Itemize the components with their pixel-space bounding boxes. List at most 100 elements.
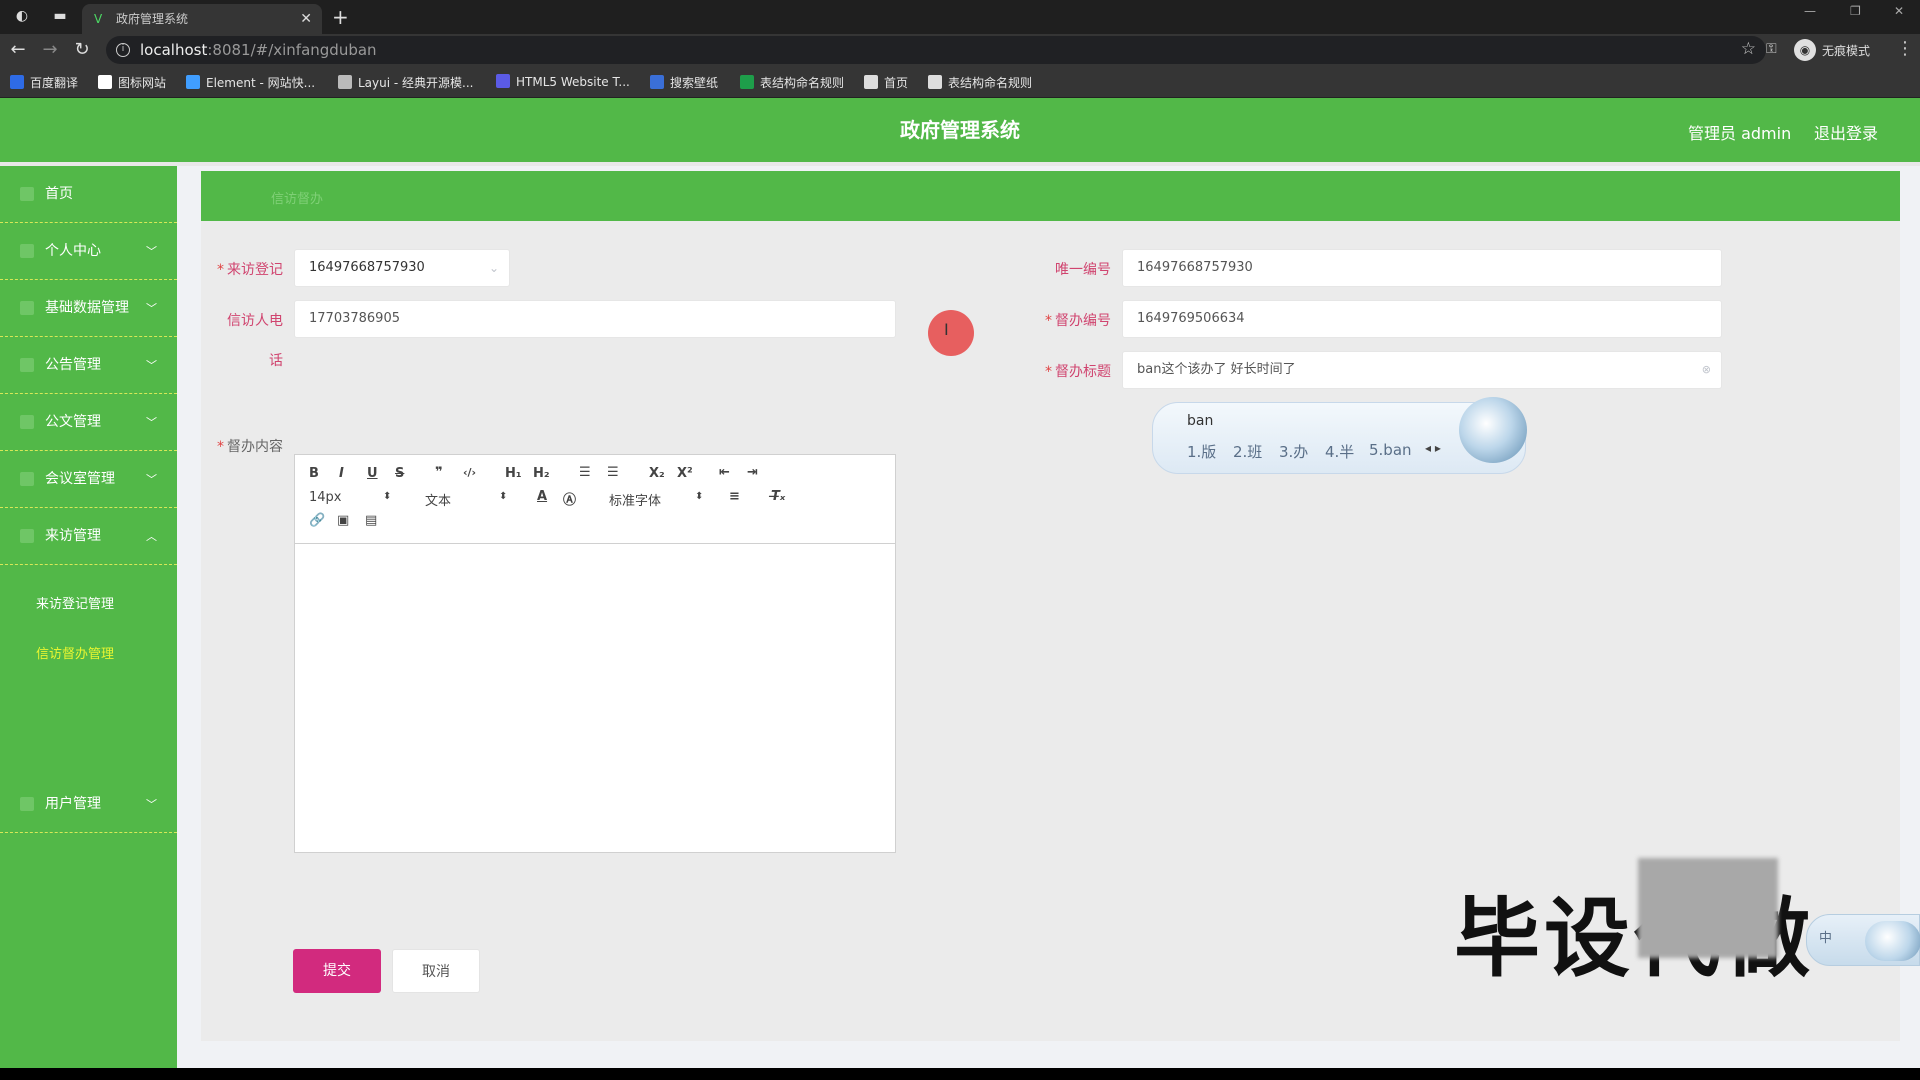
font-size-select[interactable]: 14px ⬍	[309, 490, 391, 505]
outdent-button[interactable]: ⇤	[719, 465, 730, 480]
bookmark-favicon-icon	[10, 75, 24, 89]
sidebar-item[interactable]: 首页	[0, 166, 177, 223]
bold-button[interactable]: B	[309, 466, 319, 481]
unique-no-label: 唯一编号	[1055, 262, 1111, 278]
italic-button[interactable]: I	[339, 466, 344, 481]
sidebar-item-label: 公告管理	[45, 357, 101, 373]
new-tab-button[interactable]: +	[332, 4, 349, 30]
bookmark-label: 搜索壁纸	[670, 76, 719, 90]
ime-candidate[interactable]: 1.版	[1187, 441, 1216, 462]
forward-icon[interactable]: →	[38, 38, 62, 62]
clear-format-button[interactable]: T̶ₓ	[771, 489, 785, 504]
rich-text-editor[interactable]	[294, 544, 896, 853]
header-divider	[0, 162, 1920, 166]
sidebar-item-label: 个人中心	[45, 243, 101, 259]
link-icon[interactable]: 🔗	[309, 513, 325, 528]
background-color-button[interactable]: Ⓐ	[563, 489, 576, 508]
video-icon[interactable]: ▤	[365, 513, 377, 528]
chevron-down-icon: ﹀	[146, 302, 157, 315]
incognito-label[interactable]: 无痕模式	[1822, 42, 1870, 59]
text-type-select[interactable]: 文本 ⬍	[425, 490, 507, 509]
bookmark-favicon-icon	[496, 74, 510, 88]
bookmark-item[interactable]: 表结构命名规则	[740, 74, 844, 91]
browser-menu-icon[interactable]: ◐	[12, 6, 32, 26]
superscript-button[interactable]: X²	[677, 466, 693, 481]
image-icon[interactable]: ▣	[337, 513, 349, 528]
h2-button[interactable]: H₂	[533, 466, 550, 481]
bookmark-item[interactable]: HTML5 Website T...	[496, 74, 630, 89]
font-color-button[interactable]: A	[537, 489, 547, 504]
ime-status-bar[interactable]: 中	[1806, 914, 1920, 966]
sidebar: 首页 个人中心 ﹀ 基础数据管理 ﹀ 公告管理 ﹀ 公文管理 ﹀ 会议室管理 ﹀ 来访管理 ︿ 用户管理 ﹀…	[0, 166, 177, 1068]
bookmark-star-icon[interactable]: ☆	[1741, 39, 1756, 59]
clear-icon[interactable]: ⊗	[1702, 352, 1711, 388]
bookmark-item[interactable]: Element - 网站快...	[186, 74, 315, 91]
unique-no-input[interactable]: 16497668757930	[1122, 249, 1722, 287]
active-tab[interactable]: V 政府管理系统 ✕	[82, 4, 322, 34]
incognito-icon[interactable]: ◉	[1794, 39, 1816, 61]
sidebar-item[interactable]: 会议室管理 ﹀	[0, 451, 177, 508]
supervise-title-input[interactable]: ban这个该办了 好长时间了 ⊗	[1122, 351, 1722, 389]
bookmark-item[interactable]: Layui - 经典开源模...	[338, 74, 473, 91]
bookmark-item[interactable]: 百度翻译	[10, 74, 78, 91]
site-info-icon[interactable]: i	[116, 43, 130, 57]
bookmark-favicon-icon	[338, 75, 352, 89]
bullet-list-button[interactable]: ☰	[607, 465, 619, 480]
ime-page-arrows-icon[interactable]: ◂ ▸	[1425, 441, 1441, 455]
bookmark-label: 表结构命名规则	[760, 76, 845, 90]
submit-button[interactable]: 提交	[293, 949, 381, 993]
sidebar-item[interactable]: 个人中心 ﹀	[0, 223, 177, 280]
sidebar-item[interactable]: 基础数据管理 ﹀	[0, 280, 177, 337]
align-button[interactable]: ≡	[729, 489, 740, 504]
bookmark-item[interactable]: 表结构命名规则	[928, 74, 1032, 91]
code-block-button[interactable]: ‹/›	[463, 466, 476, 479]
logout-link[interactable]: 退出登录	[1814, 120, 1878, 144]
sidebar-item[interactable]: 公告管理 ﹀	[0, 337, 177, 394]
indent-button[interactable]: ⇥	[747, 465, 758, 480]
url-text[interactable]: localhost:8081/#/xinfangduban	[140, 41, 377, 59]
ime-candidate[interactable]: 2.班	[1233, 441, 1262, 462]
ime-candidate[interactable]: 3.办	[1279, 441, 1308, 462]
bookmark-favicon-icon	[98, 75, 112, 89]
chevron-down-icon: ﹀	[146, 359, 157, 372]
petitioner-phone-label-wrap: 话	[269, 353, 283, 369]
bookmark-item[interactable]: 搜索壁纸	[650, 74, 718, 91]
sidebar-subitem[interactable]: 信访督办管理	[0, 630, 177, 680]
sidebar-item-label: 首页	[45, 186, 73, 202]
underline-button[interactable]: U	[367, 466, 378, 481]
petitioner-phone-input[interactable]: 17703786905	[294, 300, 896, 338]
ordered-list-button[interactable]: ☰	[579, 465, 591, 480]
ime-mode-label[interactable]: 中	[1819, 927, 1832, 946]
h1-button[interactable]: H₁	[505, 466, 522, 481]
back-icon[interactable]: ←	[6, 38, 30, 62]
bookmark-item[interactable]: 图标网站	[98, 74, 166, 91]
sidebar-item[interactable]: 用户管理 ﹀	[0, 776, 177, 833]
window-close-icon[interactable]: ✕	[1894, 4, 1904, 18]
minimize-icon[interactable]: —	[1804, 4, 1816, 18]
more-menu-icon[interactable]: ⋮	[1896, 38, 1914, 59]
tab-list-icon[interactable]: ▬	[50, 6, 70, 26]
sidebar-item[interactable]: 来访管理 ︿	[0, 508, 177, 565]
restore-icon[interactable]: ❐	[1850, 4, 1861, 18]
visit-register-select[interactable]: 16497668757930 ⌄	[294, 249, 510, 287]
text-cursor-icon: I	[944, 320, 949, 339]
address-bar[interactable]: i localhost:8081/#/xinfangduban ☆	[106, 36, 1766, 64]
subscript-button[interactable]: X₂	[649, 466, 665, 481]
ime-candidate[interactable]: 5.ban	[1369, 441, 1412, 459]
key-icon[interactable]: ⚿	[1766, 41, 1777, 57]
tab-title: 政府管理系统	[116, 12, 189, 26]
menu-icon	[20, 301, 34, 315]
strike-button[interactable]: S	[395, 466, 404, 481]
reload-icon[interactable]: ↻	[70, 38, 94, 62]
chevron-up-icon: ︿	[146, 530, 157, 543]
bookmark-item[interactable]: 首页	[864, 74, 908, 91]
blockquote-button[interactable]: ❞	[435, 465, 443, 480]
font-family-select[interactable]: 标准字体 ⬍	[609, 490, 703, 509]
sidebar-subitem[interactable]: 来访登记管理	[0, 580, 177, 630]
supervise-no-input[interactable]: 1649769506634	[1122, 300, 1722, 338]
sidebar-item[interactable]: 公文管理 ﹀	[0, 394, 177, 451]
tab-close-icon[interactable]: ✕	[300, 4, 312, 34]
ime-candidate[interactable]: 4.半	[1325, 441, 1354, 462]
cancel-button[interactable]: 取消	[392, 949, 480, 993]
chevron-down-icon: ⌄	[488, 261, 499, 275]
